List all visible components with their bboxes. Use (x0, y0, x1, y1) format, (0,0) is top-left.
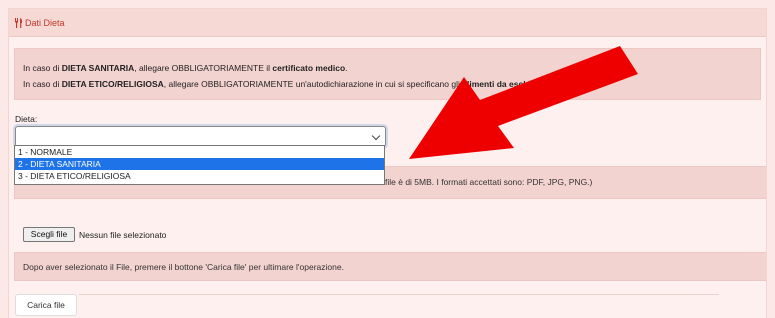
upload-file-button[interactable]: Carica file (15, 294, 77, 316)
alert-text: In caso di (23, 63, 62, 73)
alert-text: , allegare OBBLIGATORIAMENTE un'autodich… (163, 79, 463, 89)
dieta-label: Dieta: (15, 114, 38, 124)
dieta-option[interactable]: 3 - DIETA ETICO/RELIGIOSA (15, 170, 384, 182)
alert-emphasis: DIETA ETICO/RELIGIOSA (61, 79, 164, 89)
dieta-select[interactable] (15, 126, 386, 147)
alert-line-sanitaria: In caso di DIETA SANITARIA, allegare OBB… (23, 63, 348, 73)
upload-note-text: Dopo aver selezionato il File, premere i… (23, 262, 344, 272)
fork-knife-icon (15, 18, 23, 28)
divider (79, 294, 719, 295)
dieta-dropdown-list: 1 - NORMALE 2 - DIETA SANITARIA 3 - DIET… (14, 145, 385, 185)
file-status: Nessun file selezionato (79, 230, 167, 240)
dieta-option-highlighted[interactable]: 2 - DIETA SANITARIA (15, 158, 384, 170)
diet-requirements-alert: In caso di DIETA SANITARIA, allegare OBB… (14, 48, 761, 100)
alert-emphasis: certificato medico (272, 63, 346, 73)
dieta-option[interactable]: 1 - NORMALE (15, 146, 384, 158)
panel-header: Dati Dieta (9, 9, 766, 37)
alert-emphasis: DIETA SANITARIA (61, 63, 135, 73)
alert-text: , allegare OBBLIGATORIAMENTE il (134, 63, 273, 73)
choose-file-button[interactable]: Scegli file (23, 227, 75, 242)
upload-note: Dopo aver selezionato il File, premere i… (14, 252, 766, 281)
alert-line-etico: In caso di DIETA ETICO/RELIGIOSA, allega… (23, 79, 551, 89)
panel-title: Dati Dieta (25, 18, 65, 28)
alert-text: . (548, 79, 552, 89)
alert-text: In caso di (23, 79, 62, 89)
alert-text: . (345, 63, 348, 73)
upload-info-text: file è di 5MB. I formati accettati sono:… (385, 177, 593, 187)
alert-emphasis: alimenti da escludere (462, 79, 549, 89)
chevron-down-icon (371, 131, 381, 141)
